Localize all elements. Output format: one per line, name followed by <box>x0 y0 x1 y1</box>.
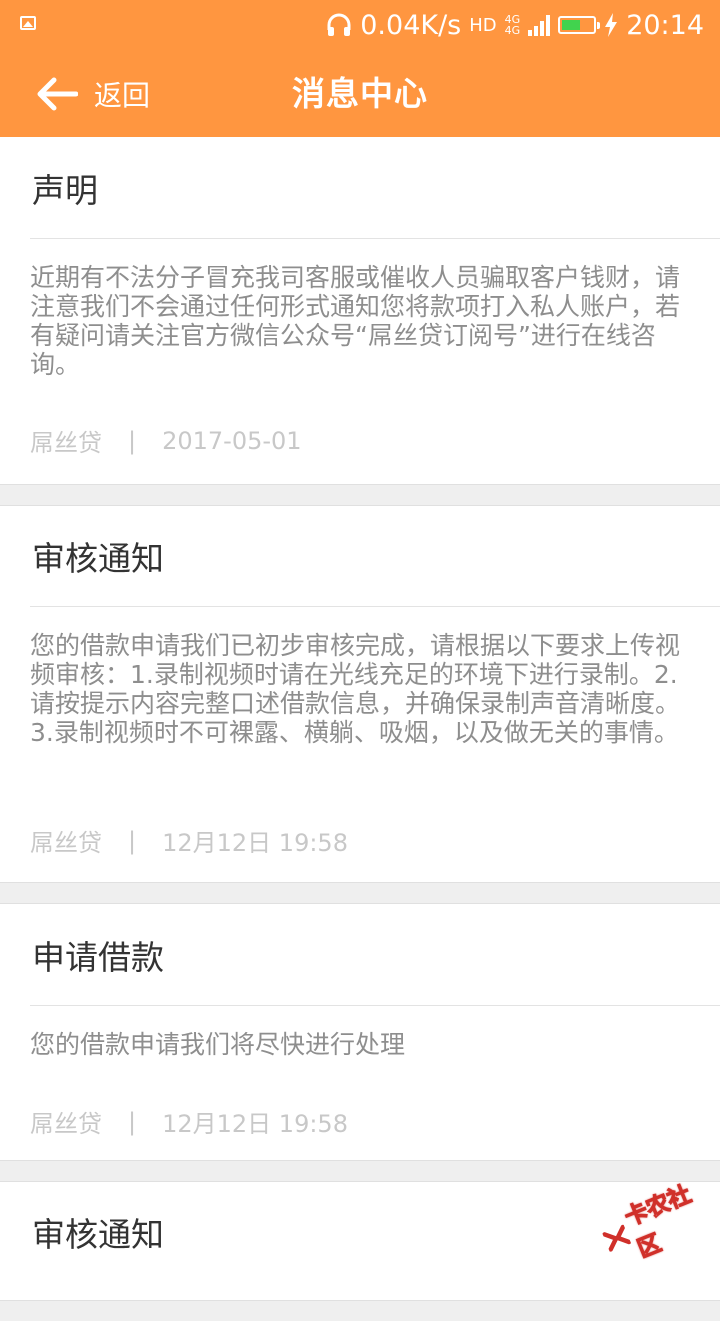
message-body: 您的借款申请我们将尽快进行处理 <box>30 1030 406 1059</box>
meta-separator: | <box>128 1107 137 1136</box>
network-type: 4G 4G <box>505 14 521 36</box>
message-date: 2017-05-01 <box>162 426 302 455</box>
meta-separator: | <box>128 826 137 855</box>
network-speed: 0.04K/s <box>360 9 462 41</box>
message-meta: 屌丝贷 | 2017-05-01 <box>0 423 720 458</box>
message-body: 近期有不法分子冒充我司客服或催收人员骗取客户钱财，请注意我们不会通过任何形式通知… <box>30 263 681 379</box>
message-card[interactable]: 审核通知 您的借款申请我们已初步审核完成，请根据以下要求上传视频审核：1.录制视… <box>0 505 720 883</box>
meta-separator: | <box>128 426 137 455</box>
clock: 20:14 <box>626 9 704 41</box>
message-source: 屌丝贷 <box>30 829 102 857</box>
message-card[interactable]: 申请借款 您的借款申请我们将尽快进行处理 屌丝贷 | 12月12日 19:58 <box>0 903 720 1161</box>
signal-strength-icon <box>528 14 551 36</box>
message-card[interactable]: 声明 近期有不法分子冒充我司客服或催收人员骗取客户钱财，请注意我们不会通过任何形… <box>0 137 720 485</box>
status-indicators: 0.04K/s HD 4G 4G 20:14 <box>326 0 704 50</box>
hd-indicator: HD <box>469 14 497 36</box>
message-title: 声明 <box>30 137 720 239</box>
charging-icon <box>605 13 618 37</box>
message-date: 12月12日 19:58 <box>162 829 348 857</box>
status-bar: 0.04K/s HD 4G 4G 20:14 <box>0 0 720 50</box>
app-bar: 返回 消息中心 <box>0 50 720 137</box>
message-source: 屌丝贷 <box>30 1110 102 1138</box>
headphones-icon <box>327 13 351 36</box>
message-body: 您的借款申请我们已初步审核完成，请根据以下要求上传视频审核：1.录制视频时请在光… <box>30 631 681 747</box>
message-meta: 屌丝贷 | 12月12日 19:58 <box>0 823 720 858</box>
message-date: 12月12日 19:58 <box>162 1110 348 1138</box>
gallery-notification-icon <box>20 16 36 30</box>
battery-level <box>562 20 581 30</box>
message-title: 审核通知 <box>30 506 720 607</box>
network-type-secondary: 4G <box>504 24 521 37</box>
message-source: 屌丝贷 <box>30 429 102 457</box>
message-meta: 屌丝贷 | 12月12日 19:58 <box>0 1104 720 1139</box>
page-title: 消息中心 <box>292 74 428 113</box>
message-list: 声明 近期有不法分子冒充我司客服或催收人员骗取客户钱财，请注意我们不会通过任何形… <box>0 137 720 1321</box>
message-title: 申请借款 <box>30 904 720 1006</box>
battery-icon <box>558 16 601 34</box>
